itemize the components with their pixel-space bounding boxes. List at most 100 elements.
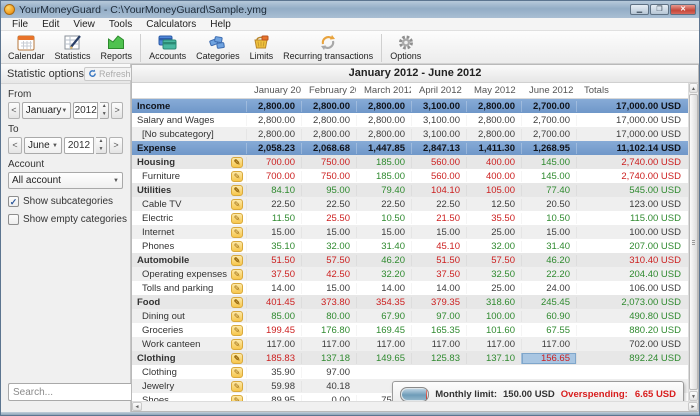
to-year-spinner[interactable]: ▲▼ (96, 137, 107, 154)
value-cell[interactable]: 22.50 (301, 199, 356, 210)
value-cell[interactable]: 2,800.00 (356, 129, 411, 140)
table-row-groceries-16[interactable]: Groceries✎199.45176.80169.45165.35101.60… (132, 323, 688, 337)
edit-limit-icon[interactable]: ✎ (231, 395, 243, 402)
checkbox-unchecked-icon[interactable] (8, 214, 19, 225)
value-cell[interactable]: 15.00 (521, 227, 576, 238)
value-cell[interactable]: 35.50 (466, 213, 521, 224)
value-cell[interactable]: 24.00 (521, 283, 576, 294)
value-cell[interactable]: 165.35 (411, 325, 466, 336)
recurring-transactions-button[interactable]: Recurring transactions (278, 32, 378, 61)
value-cell[interactable]: 85.00 (246, 311, 301, 322)
total-cell[interactable]: 310.40 USD (576, 255, 689, 266)
value-cell[interactable]: 32.00 (466, 241, 521, 252)
value-cell[interactable]: 117.00 (301, 339, 356, 350)
column-header-march-2012[interactable]: March 2012 (356, 83, 411, 98)
from-year-spinner[interactable]: ▲▼ (100, 102, 109, 119)
total-cell[interactable]: 702.00 USD (576, 339, 689, 350)
value-cell[interactable]: 1,411.30 (466, 143, 521, 154)
value-cell[interactable]: 2,800.00 (356, 101, 411, 112)
category-cell[interactable]: Jewelry✎ (132, 381, 246, 392)
value-cell[interactable]: 145.00 (521, 171, 576, 182)
table-row-no-subcategory-2[interactable]: [No subcategory]2,800.002,800.002,800.00… (132, 127, 688, 141)
edit-limit-icon[interactable]: ✎ (231, 297, 243, 308)
value-cell[interactable]: 32.20 (356, 269, 411, 280)
value-cell[interactable]: 145.00 (521, 157, 576, 168)
table-row-work-canteen-17[interactable]: Work canteen✎117.00117.00117.00117.00117… (132, 337, 688, 351)
value-cell[interactable]: 2,700.00 (521, 115, 576, 126)
value-cell[interactable]: 22.50 (411, 199, 466, 210)
table-row-internet-9[interactable]: Internet✎15.0015.0015.0015.0025.0015.001… (132, 225, 688, 239)
value-cell[interactable]: 2,058.23 (246, 143, 301, 154)
value-cell[interactable]: 3,100.00 (411, 115, 466, 126)
scroll-right-icon[interactable]: ► (688, 402, 698, 411)
checkbox-show-empty-categories[interactable]: Show empty categories (1, 214, 130, 225)
value-cell[interactable]: 59.98 (246, 381, 301, 392)
value-cell[interactable]: 15.00 (301, 227, 356, 238)
horizontal-scrollbar[interactable]: ◄ ► (132, 401, 698, 411)
total-cell[interactable]: 123.00 USD (576, 199, 689, 210)
value-cell[interactable]: 11.50 (246, 213, 301, 224)
value-cell[interactable]: 45.10 (411, 241, 466, 252)
category-cell[interactable]: Salary and Wages (132, 115, 246, 126)
value-cell[interactable]: 67.90 (356, 311, 411, 322)
from-next-button[interactable]: > (111, 102, 123, 119)
value-cell[interactable]: 199.45 (246, 325, 301, 336)
menu-item-view[interactable]: View (66, 19, 102, 30)
value-cell[interactable]: 15.00 (356, 227, 411, 238)
value-cell[interactable]: 0.00 (301, 395, 356, 402)
value-cell[interactable]: 137.10 (466, 353, 521, 364)
total-cell[interactable]: 100.00 USD (576, 227, 689, 238)
from-prev-button[interactable]: < (8, 102, 20, 119)
table-row-operating-expenses-12[interactable]: Operating expenses✎37.5042.5032.2037.503… (132, 267, 688, 281)
edit-limit-icon[interactable]: ✎ (231, 381, 243, 392)
value-cell[interactable]: 12.50 (466, 199, 521, 210)
value-cell[interactable]: 35.10 (246, 241, 301, 252)
edit-limit-icon[interactable]: ✎ (231, 269, 243, 280)
edit-limit-icon[interactable]: ✎ (231, 185, 243, 196)
category-cell[interactable]: Phones✎ (132, 241, 246, 252)
total-cell[interactable]: 2,740.00 USD (576, 157, 689, 168)
minimize-button[interactable]: ▁ (630, 4, 649, 15)
value-cell[interactable]: 97.00 (301, 367, 356, 378)
value-cell[interactable]: 156.65 (521, 353, 576, 364)
to-month-select[interactable]: June ▼ (24, 137, 62, 154)
value-cell[interactable]: 77.40 (521, 185, 576, 196)
accounts-button[interactable]: Accounts (144, 32, 191, 61)
value-cell[interactable]: 22.20 (521, 269, 576, 280)
value-cell[interactable]: 42.50 (301, 269, 356, 280)
vertical-scrollbar[interactable]: ▲ ▼ (688, 83, 698, 401)
value-cell[interactable]: 10.50 (356, 213, 411, 224)
value-cell[interactable]: 400.00 (466, 171, 521, 182)
total-cell[interactable]: 545.00 USD (576, 185, 689, 196)
value-cell[interactable]: 14.00 (411, 283, 466, 294)
total-cell[interactable]: 207.00 USD (576, 241, 689, 252)
value-cell[interactable]: 100.00 (466, 311, 521, 322)
value-cell[interactable]: 354.35 (356, 297, 411, 308)
value-cell[interactable]: 97.00 (411, 311, 466, 322)
value-cell[interactable]: 176.80 (301, 325, 356, 336)
menu-item-help[interactable]: Help (203, 19, 238, 30)
value-cell[interactable]: 32.50 (466, 269, 521, 280)
spin-down-icon[interactable]: ▼ (100, 111, 108, 119)
category-cell[interactable]: Shoes✎ (132, 395, 246, 402)
category-cell[interactable]: Tolls and parking✎ (132, 283, 246, 294)
to-year-input[interactable]: 2012 (64, 137, 94, 154)
value-cell[interactable]: 60.90 (521, 311, 576, 322)
table-row-clothing-19[interactable]: Clothing✎35.9097.00 (132, 365, 688, 379)
menu-item-calculators[interactable]: Calculators (139, 19, 203, 30)
column-header-may-2012[interactable]: May 2012 (466, 83, 521, 98)
column-header-june-2012[interactable]: June 2012 (521, 83, 576, 98)
edit-limit-icon[interactable]: ✎ (231, 339, 243, 350)
search-input[interactable] (8, 383, 149, 401)
vertical-scrollbar-thumb[interactable] (689, 94, 698, 390)
category-cell[interactable]: Furniture✎ (132, 171, 246, 182)
value-cell[interactable]: 117.00 (521, 339, 576, 350)
reports-button[interactable]: Reports (96, 32, 138, 61)
value-cell[interactable]: 21.50 (411, 213, 466, 224)
column-header-february-2012[interactable]: February 2012 (301, 83, 356, 98)
total-cell[interactable]: 490.80 USD (576, 311, 689, 322)
value-cell[interactable]: 57.50 (301, 255, 356, 266)
category-cell[interactable]: Clothing✎ (132, 367, 246, 378)
value-cell[interactable]: 1,268.95 (521, 143, 576, 154)
edit-limit-icon[interactable]: ✎ (231, 227, 243, 238)
